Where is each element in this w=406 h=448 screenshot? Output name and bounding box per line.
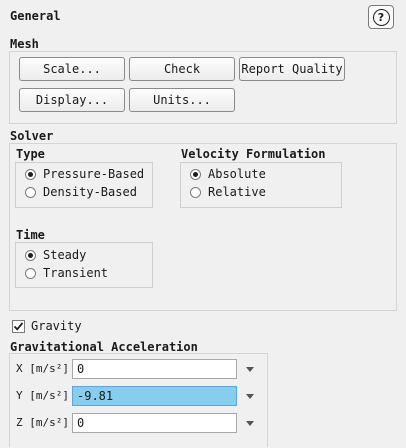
x-accel-dropdown-icon[interactable]	[246, 367, 254, 372]
radio-absolute-label: Absolute	[208, 167, 266, 181]
type-label: Type	[16, 147, 45, 161]
z-accel-dropdown-icon[interactable]	[246, 421, 254, 426]
radio-pressure-based-label: Pressure-Based	[43, 167, 145, 181]
panel-title: General	[10, 9, 61, 23]
z-accel-label: Z [m/s²]	[16, 416, 69, 429]
radio-steady-indicator[interactable]	[25, 249, 36, 261]
checkmark-icon	[13, 321, 24, 331]
radio-relative-label: Relative	[208, 185, 266, 199]
radio-relative[interactable]: Relative	[190, 185, 266, 199]
radio-transient[interactable]: Transient	[25, 266, 108, 280]
gravity-checkbox[interactable]	[12, 319, 25, 333]
scale-button[interactable]: Scale...	[19, 57, 125, 81]
x-accel-label: X [m/s²]	[16, 362, 69, 375]
help-icon: ?	[372, 8, 390, 26]
time-label: Time	[16, 228, 45, 242]
radio-pressure-based-indicator[interactable]	[25, 168, 36, 180]
radio-absolute[interactable]: Absolute	[190, 167, 266, 181]
radio-density-based[interactable]: Density-Based	[25, 185, 137, 199]
radio-transient-label: Transient	[43, 266, 109, 280]
y-accel-dropdown-icon[interactable]	[246, 394, 254, 399]
help-button[interactable]: ?	[368, 5, 394, 29]
radio-relative-indicator[interactable]	[190, 186, 201, 198]
z-accel-input[interactable]: 0	[72, 413, 237, 433]
radio-steady-label: Steady	[43, 248, 87, 262]
display-button[interactable]: Display...	[19, 88, 125, 112]
velocity-formulation-label: Velocity Formulation	[181, 147, 326, 161]
radio-transient-indicator[interactable]	[25, 267, 36, 279]
radio-steady[interactable]: Steady	[25, 248, 86, 262]
gravity-label: Gravity	[31, 319, 82, 333]
x-accel-input[interactable]: 0	[72, 359, 237, 379]
radio-density-based-label: Density-Based	[43, 185, 137, 199]
report-quality-button[interactable]: Report Quality	[239, 57, 345, 81]
gravity-checkbox-row[interactable]: Gravity	[12, 319, 82, 333]
grav-accel-section-label: Gravitational Acceleration	[10, 340, 198, 354]
radio-absolute-indicator[interactable]	[190, 168, 201, 180]
solver-section-label: Solver	[10, 129, 54, 143]
radio-density-based-indicator[interactable]	[25, 186, 36, 198]
mesh-section-label: Mesh	[10, 37, 39, 51]
radio-pressure-based[interactable]: Pressure-Based	[25, 167, 144, 181]
units-button[interactable]: Units...	[129, 88, 235, 112]
check-button[interactable]: Check	[129, 57, 235, 81]
y-accel-input[interactable]: -9.81	[72, 386, 237, 406]
y-accel-label: Y [m/s²]	[16, 389, 69, 402]
